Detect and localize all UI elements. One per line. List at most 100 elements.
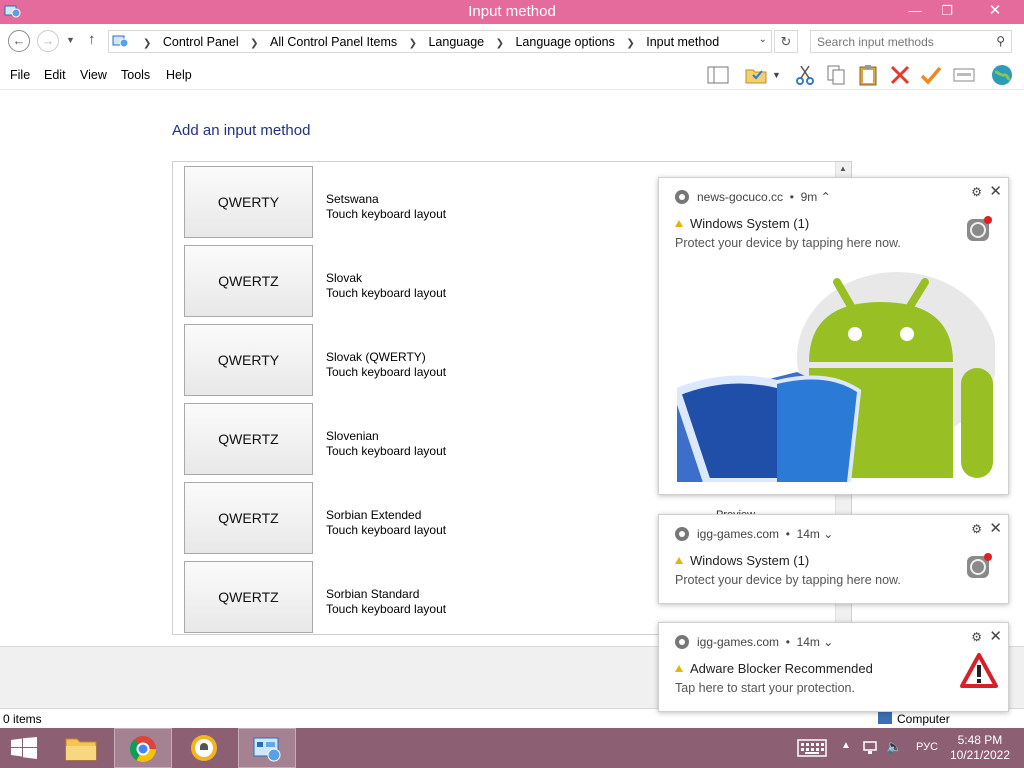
layout-description: Touch keyboard layout	[326, 207, 447, 221]
recent-locations-dropdown[interactable]: ▼	[66, 35, 75, 45]
menu-help[interactable]: Help	[166, 68, 192, 82]
list-item[interactable]: QWERTZ Sorbian Standard Touch keyboard l…	[184, 561, 704, 634]
menu-tools[interactable]: Tools	[121, 68, 150, 82]
taskbar-control-panel[interactable]	[238, 728, 296, 768]
chevron-up-icon[interactable]: ⌃	[821, 190, 831, 204]
keyboard-layout-button[interactable]: QWERTY	[184, 324, 313, 396]
clock-time: 5:48 PM	[957, 733, 1003, 747]
chevron-right-icon: ❯	[626, 38, 635, 49]
globe-icon[interactable]	[990, 63, 1014, 87]
cut-icon[interactable]	[793, 63, 817, 87]
keyboard-layout-button[interactable]: QWERTZ	[184, 561, 313, 633]
gear-icon[interactable]: ⚙	[971, 522, 982, 536]
back-button[interactable]: ←	[8, 30, 30, 52]
notification-3[interactable]: igg-games.com • 14m ⌄ ⚙ ✕ Adware Blocker…	[658, 622, 1009, 712]
chevron-right-icon: ❯	[408, 38, 417, 49]
keyboard-layout-button[interactable]: QWERTZ	[184, 245, 313, 317]
properties-icon[interactable]	[952, 63, 976, 87]
zone-label: Computer	[878, 712, 950, 726]
notification-body: Tap here to start your protection.	[675, 681, 855, 695]
chrome-site-icon	[675, 527, 689, 541]
control-panel-icon	[112, 35, 129, 48]
taskbar-browser[interactable]	[176, 728, 234, 768]
search-input[interactable]: Search input methods ⚲	[810, 30, 1012, 53]
taskbar: ▲ 🔈 РУС 5:48 PM 10/21/2022	[0, 728, 1024, 768]
list-item[interactable]: QWERTY Setswana Touch keyboard layout	[184, 166, 704, 239]
item-count: 0 items	[3, 712, 42, 726]
menu-file[interactable]: File	[10, 68, 30, 82]
list-item[interactable]: QWERTZ Sorbian Extended Touch keyboard l…	[184, 482, 704, 555]
settings-badge-icon	[967, 216, 992, 241]
list-item[interactable]: QWERTZ Slovak Touch keyboard layout	[184, 245, 704, 318]
folder-icon	[65, 738, 97, 761]
page-title: Add an input method	[172, 122, 311, 139]
keyboard-layout-button[interactable]: QWERTZ	[184, 482, 313, 554]
computer-icon	[878, 712, 892, 724]
scroll-up-icon[interactable]: ▲	[839, 164, 847, 173]
chevron-down-icon[interactable]: ⌄	[823, 635, 833, 649]
warning-icon	[675, 220, 683, 227]
restore-button[interactable]: ❐	[932, 0, 962, 22]
breadcrumb-input-method[interactable]: Input method	[646, 35, 719, 49]
notification-title: Windows System (1)	[675, 553, 809, 568]
gear-icon[interactable]: ⚙	[971, 630, 982, 644]
close-button[interactable]: ✕	[980, 0, 1010, 22]
settings-badge-icon	[967, 553, 992, 578]
gear-icon[interactable]: ⚙	[971, 185, 982, 199]
chevron-right-icon: ❯	[143, 38, 152, 49]
chrome-site-icon	[675, 190, 689, 204]
title-bar: Input method — ❐ ✕	[0, 0, 1024, 24]
search-icon: ⚲	[996, 34, 1005, 48]
keyboard-layout-button[interactable]: QWERTY	[184, 166, 313, 238]
breadcrumb-language[interactable]: Language	[428, 35, 484, 49]
checkmark-icon[interactable]	[919, 63, 943, 87]
keyboard-layout-button[interactable]: QWERTZ	[184, 403, 313, 475]
taskbar-chrome[interactable]	[114, 728, 172, 768]
notification-1[interactable]: news-gocuco.cc • 9m ⌃ ⚙ ✕ Windows System…	[658, 177, 1009, 495]
delete-icon[interactable]	[888, 63, 912, 87]
up-button[interactable]: ↑	[88, 31, 96, 48]
layout-pane-icon[interactable]	[706, 63, 730, 87]
close-icon[interactable]: ✕	[989, 182, 1002, 200]
show-hidden-icons-icon[interactable]: ▲	[841, 740, 851, 768]
chrome-icon	[129, 736, 157, 763]
windows-start-icon[interactable]	[10, 737, 38, 759]
menu-edit[interactable]: Edit	[44, 68, 66, 82]
layout-description: Touch keyboard layout	[326, 286, 447, 300]
notification-title: Adware Blocker Recommended	[675, 661, 873, 676]
touch-keyboard-icon[interactable]	[797, 739, 827, 757]
menu-bar: File Edit View Tools Help ▼	[0, 58, 1024, 90]
refresh-button[interactable]: ↻	[774, 30, 798, 53]
warning-triangle-icon	[960, 653, 998, 688]
warning-icon	[675, 557, 683, 564]
breadcrumb-language-options[interactable]: Language options	[515, 35, 614, 49]
close-icon[interactable]: ✕	[989, 519, 1002, 537]
forward-button[interactable]: →	[37, 30, 59, 52]
copy-icon[interactable]	[824, 63, 848, 87]
list-item[interactable]: QWERTY Slovak (QWERTY) Touch keyboard la…	[184, 324, 704, 397]
notification-body: Protect your device by tapping here now.	[675, 573, 901, 587]
folder-check-icon[interactable]	[744, 63, 768, 87]
warning-icon	[675, 665, 683, 672]
language-name: Slovenian	[326, 429, 379, 443]
volume-icon[interactable]: 🔈	[886, 739, 902, 768]
menu-view[interactable]: View	[80, 68, 107, 82]
notification-2[interactable]: igg-games.com • 14m ⌄ ⚙ ✕ Windows System…	[658, 514, 1009, 604]
network-icon[interactable]	[862, 740, 880, 756]
chevron-down-icon[interactable]: ⌄	[759, 34, 767, 45]
breadcrumb[interactable]: ❯ Control Panel ❯ All Control Panel Item…	[108, 30, 772, 53]
minimize-button[interactable]: —	[900, 0, 930, 22]
notification-source: news-gocuco.cc • 9m ⌃	[675, 190, 831, 204]
close-icon[interactable]: ✕	[989, 627, 1002, 645]
breadcrumb-all-items[interactable]: All Control Panel Items	[270, 35, 397, 49]
taskbar-file-explorer[interactable]	[52, 728, 110, 768]
language-name: Sorbian Extended	[326, 508, 422, 522]
clock[interactable]: 5:48 PM 10/21/2022	[950, 733, 1010, 763]
list-item[interactable]: QWERTZ Slovenian Touch keyboard layout	[184, 403, 704, 476]
chevron-down-icon[interactable]: ⌄	[823, 527, 833, 541]
language-name: Slovak	[326, 271, 363, 285]
breadcrumb-control-panel[interactable]: Control Panel	[163, 35, 239, 49]
language-indicator[interactable]: РУС	[916, 741, 938, 768]
control-panel-icon	[253, 737, 281, 762]
paste-icon[interactable]	[856, 63, 880, 87]
